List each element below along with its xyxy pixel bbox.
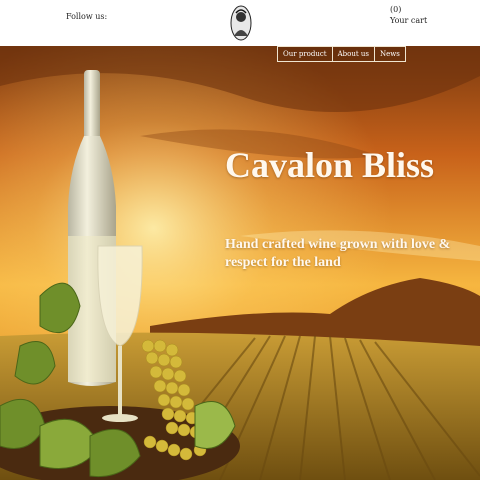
- main-nav: Our product About us News: [277, 46, 406, 62]
- bust-logo-icon[interactable]: [230, 4, 252, 42]
- follow-us-label: Follow us:: [66, 12, 108, 21]
- nav-news[interactable]: News: [374, 46, 406, 62]
- top-header: Follow us: (0) Your cart: [0, 0, 480, 46]
- cart-link[interactable]: (0) Your cart: [390, 4, 427, 26]
- hero-tagline: Hand crafted wine grown with love & resp…: [225, 237, 451, 270]
- cart-label: Your cart: [390, 16, 428, 25]
- nav-about-us[interactable]: About us: [331, 46, 375, 62]
- cart-count: (0): [390, 5, 402, 14]
- nav-our-product[interactable]: Our product: [277, 46, 333, 62]
- hero-title: Cavalon Bliss: [225, 145, 435, 185]
